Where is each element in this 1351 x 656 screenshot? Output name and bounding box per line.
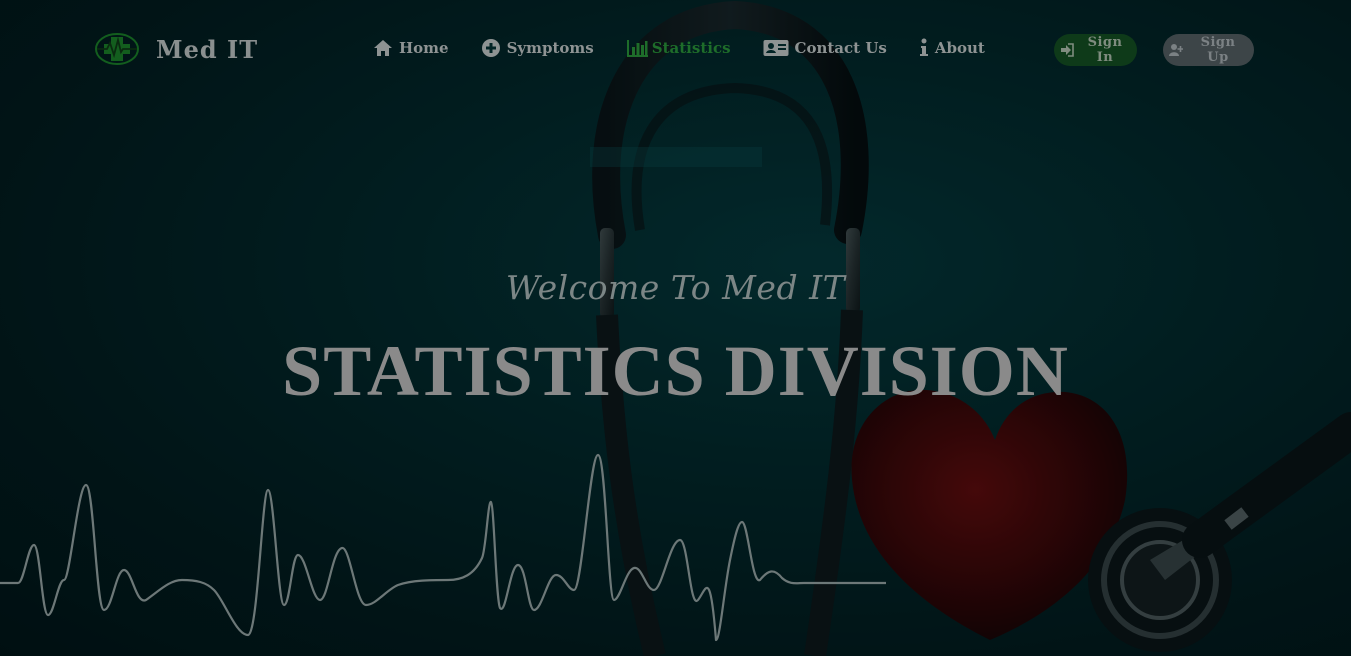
sign-in-button[interactable]: Sign In <box>1054 34 1137 66</box>
nav-item-label: About <box>934 39 985 57</box>
background-image-artifact <box>590 147 762 167</box>
address-card-icon <box>763 38 789 58</box>
nav-item-contact-us[interactable]: Contact Us <box>763 38 887 58</box>
nav-item-label: Home <box>399 39 449 57</box>
brand-home-link[interactable]: Med IT <box>94 32 258 66</box>
nav-item-label: Statistics <box>651 39 731 57</box>
sign-up-label: Sign Up <box>1200 35 1236 65</box>
page: Med IT Home Symptoms Statistics Contact … <box>0 0 1351 656</box>
sign-in-label: Sign In <box>1087 35 1123 65</box>
bar-chart-icon <box>626 38 648 58</box>
user-plus-icon <box>1169 43 1183 57</box>
nav-item-statistics[interactable]: Statistics <box>626 38 731 58</box>
plus-circle-icon <box>481 38 501 58</box>
nav-item-label: Symptoms <box>506 39 594 57</box>
nav-item-symptoms[interactable]: Symptoms <box>481 38 594 58</box>
sign-up-button[interactable]: Sign Up <box>1163 34 1254 66</box>
nav-item-label: Contact Us <box>794 39 887 57</box>
medical-cross-pulse-icon <box>94 32 140 66</box>
brand-name: Med IT <box>156 34 259 64</box>
hero-welcome-text: Welcome To Med IT <box>505 268 846 307</box>
nav-menu: Home Symptoms Statistics Contact Us Abou… <box>373 38 1017 58</box>
home-icon <box>373 38 393 58</box>
info-icon <box>919 38 929 58</box>
navbar: Med IT Home Symptoms Statistics Contact … <box>0 0 1351 100</box>
nav-item-about[interactable]: About <box>919 38 985 58</box>
sign-in-icon <box>1060 43 1074 57</box>
hero-title: STATISTICS DIVISION <box>282 331 1069 411</box>
nav-item-home[interactable]: Home <box>373 38 449 58</box>
heartbeat-line-graphic <box>0 453 886 642</box>
